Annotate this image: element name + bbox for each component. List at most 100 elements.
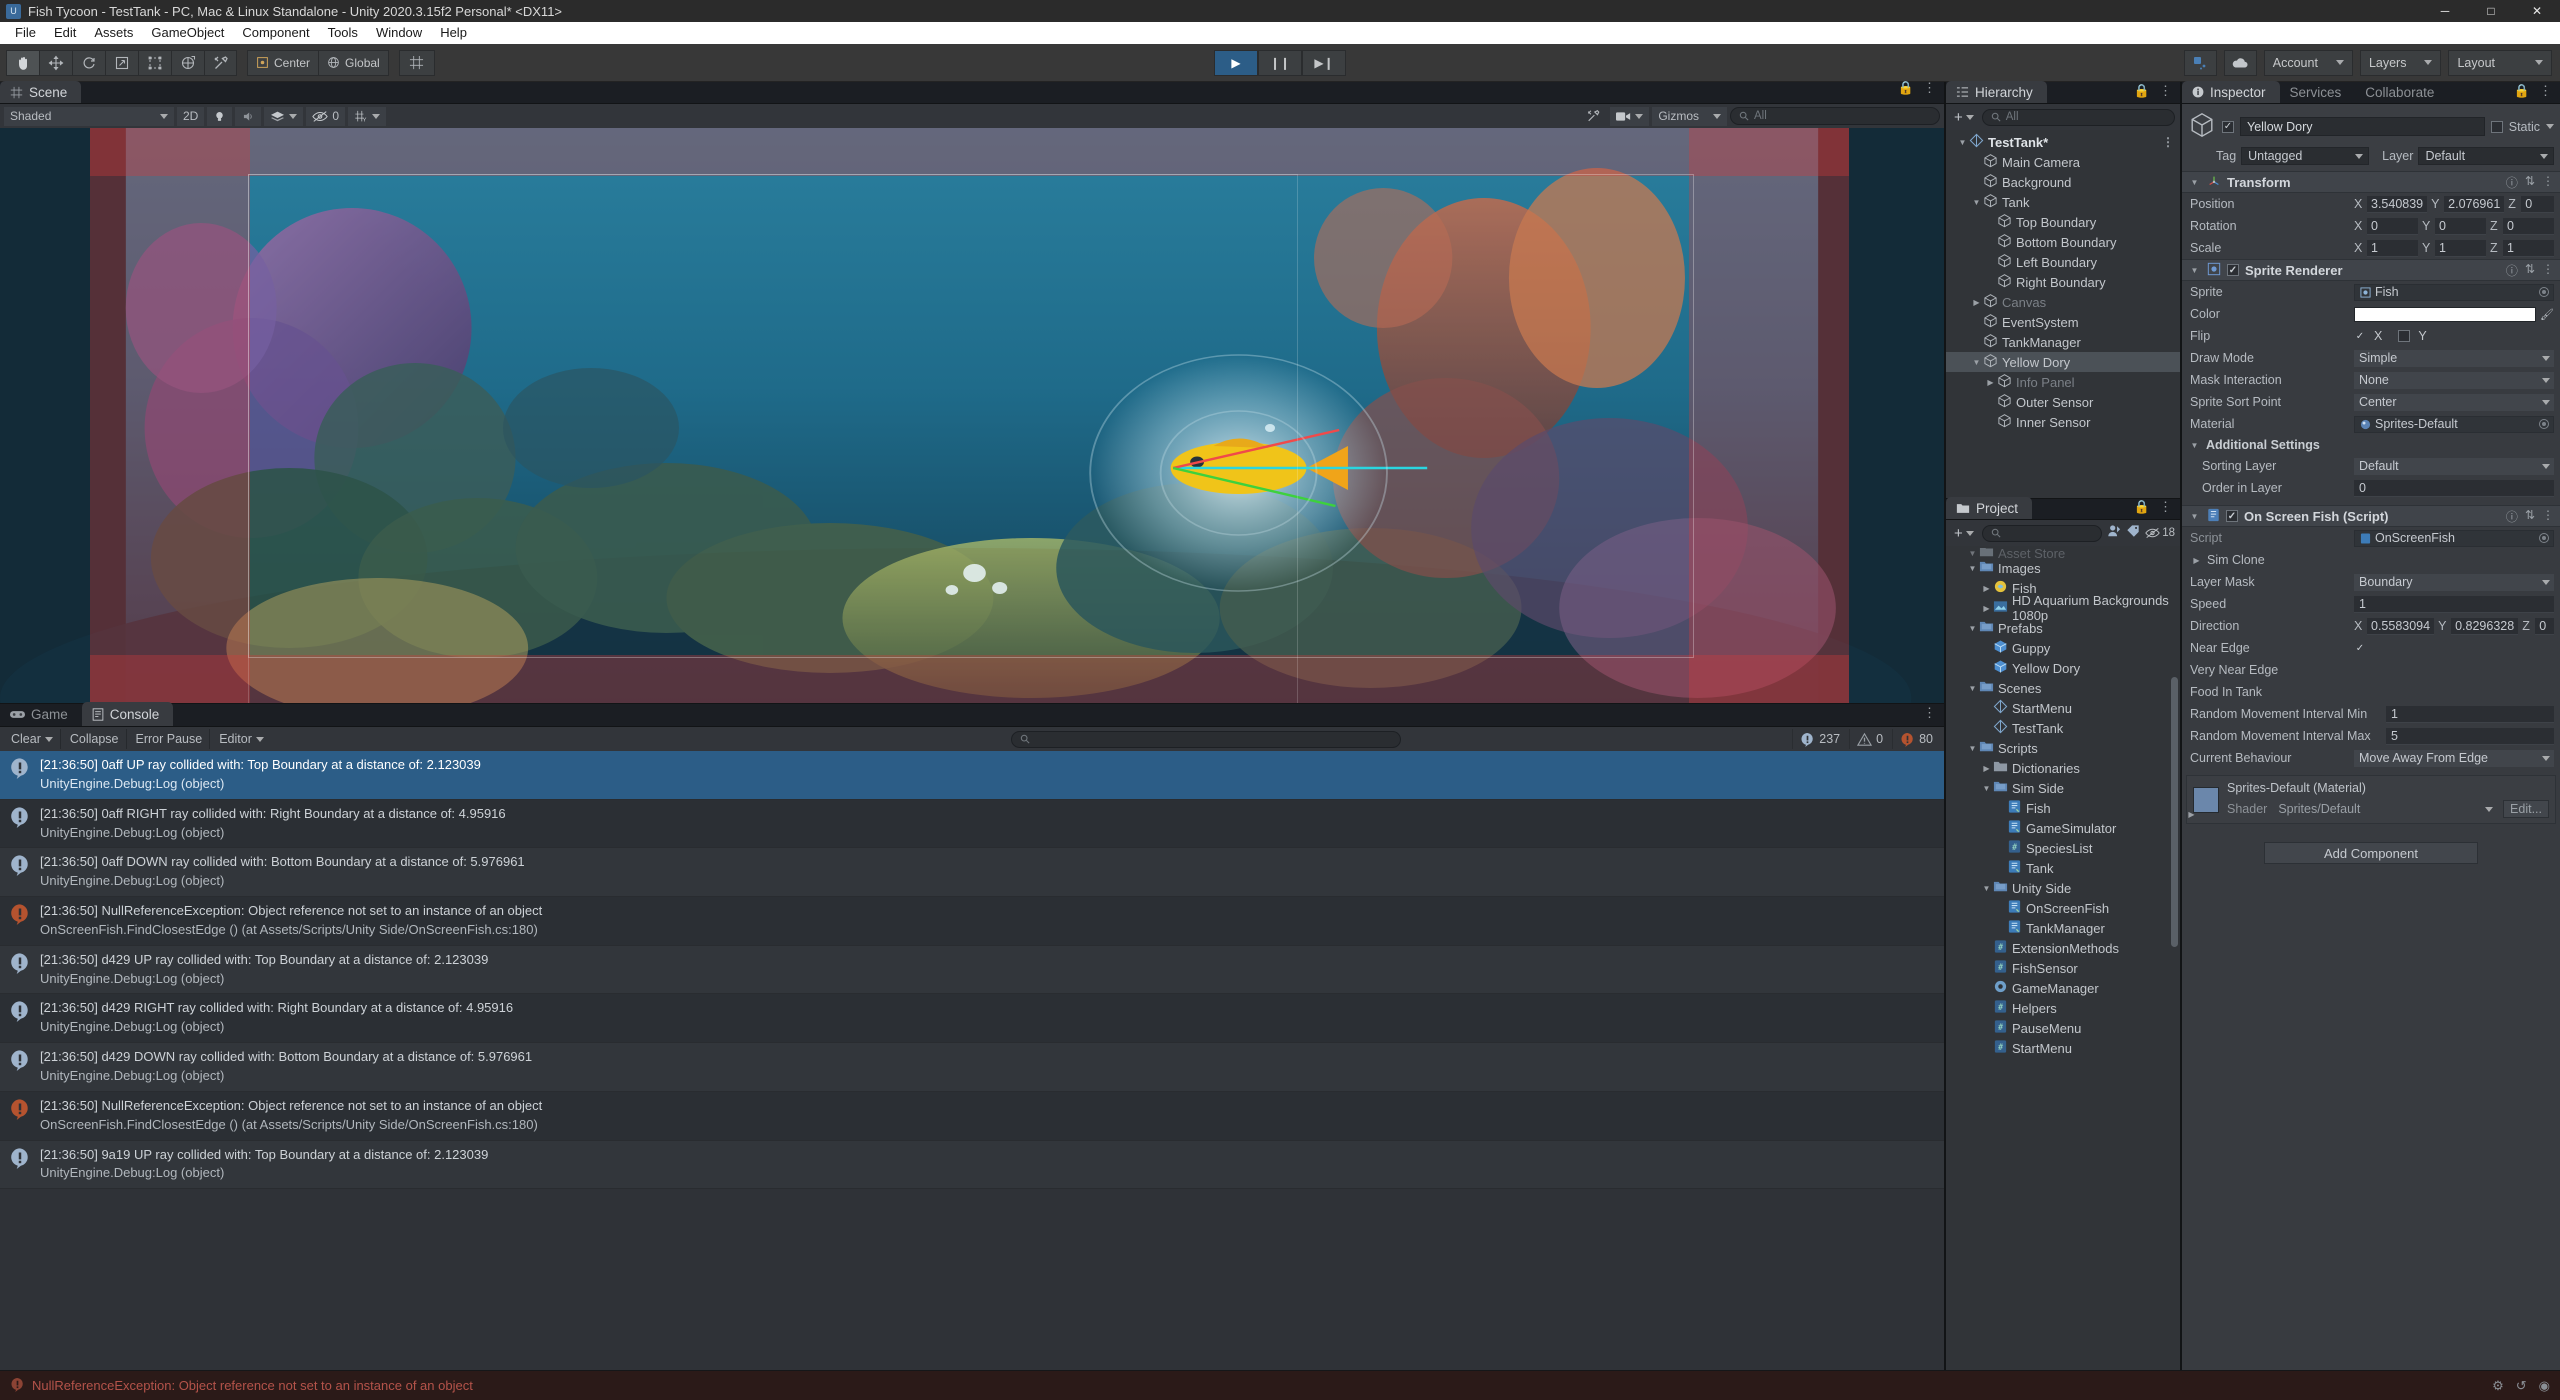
add-component-button[interactable]: Add Component [2264,842,2478,864]
project-filter-label-icon[interactable] [2126,524,2140,543]
hierarchy-item-bottom-boundary[interactable]: Bottom Boundary [1946,232,2180,252]
direction-x-input[interactable]: 0.5583094 [2367,617,2435,635]
near-edge-checkbox[interactable]: ✓ [2354,642,2366,654]
chevron-down-icon[interactable] [2546,124,2554,129]
console-log-list[interactable]: [21:36:50] 0aff UP ray collided with: To… [0,751,1944,1370]
object-picker-icon[interactable] [2539,287,2549,297]
kebab-menu-icon[interactable]: ⋮ [1923,705,1936,721]
project-item-gamesimulator[interactable]: GameSimulator [1946,818,2180,838]
kebab-menu-icon[interactable]: ⋮ [2542,174,2554,191]
material-object-field[interactable]: Sprites-Default [2354,415,2554,433]
scene-tab-tools[interactable]: 🔒 ⋮ [1898,80,1936,96]
tab-inspector[interactable]: Inspector [2182,81,2280,103]
project-search-input[interactable] [1981,524,2103,542]
project-item-guppy[interactable]: Guppy [1946,638,2180,658]
project-item-startmenu[interactable]: # StartMenu [1946,1038,2180,1058]
menu-gameobject[interactable]: GameObject [142,22,233,44]
preset-icon[interactable]: ⇅ [2525,508,2535,525]
preset-icon[interactable]: ⇅ [2525,262,2535,279]
hierarchy-item-inner-sensor[interactable]: Inner Sensor [1946,412,2180,432]
hierarchy-item-yellow-dory[interactable]: ▼ Yellow Dory [1946,352,2180,372]
random-movement-interval-max-input[interactable]: 5 [2386,727,2554,745]
console-editor-dropdown[interactable]: Editor [212,729,271,749]
shader-dropdown[interactable]: Sprites/Default [2273,800,2498,818]
order-in-layer-input[interactable]: 0 [2354,479,2554,497]
foldout-arrow-icon[interactable]: ▶ [1970,298,1983,307]
foldout-arrow-icon[interactable]: ▼ [1966,744,1979,753]
tab-services[interactable]: Services [2280,81,2356,103]
transform-position-x-input[interactable]: 3.540839 [2367,195,2428,213]
scene-visibility-toggle[interactable]: 0 [306,106,346,126]
hierarchy-item-main-camera[interactable]: Main Camera [1946,152,2180,172]
console-search-input[interactable] [1010,730,1401,748]
project-item-tank[interactable]: Tank [1946,858,2180,878]
hierarchy-tree[interactable]: ▼ TestTank* ⋮ Main Camera Background ▼ Tank Top… [1946,130,2180,498]
transform-scale-z-input[interactable]: 1 [2503,239,2554,257]
eyedropper-icon[interactable]: 🖌 [2540,308,2554,321]
foldout-arrow-icon[interactable]: ▶ [2185,810,2198,819]
project-item-scenes[interactable]: ▼ Scenes [1946,678,2180,698]
menu-tools[interactable]: Tools [319,22,367,44]
foldout-arrow-icon[interactable]: ▶ [2190,556,2203,565]
tab-hierarchy[interactable]: Hierarchy [1946,81,2047,103]
kebab-menu-icon[interactable]: ⋮ [2542,262,2554,279]
shader-edit-button[interactable]: Edit... [2503,800,2549,818]
sprite-renderer-enabled-checkbox[interactable]: ✓ [2227,264,2239,276]
transform-scale-x-input[interactable]: 1 [2367,239,2418,257]
hierarchy-item-testtank-[interactable]: ▼ TestTank* ⋮ [1946,132,2180,152]
very-near-edge-checkbox[interactable] [2354,664,2366,676]
kebab-menu-icon[interactable]: ⋮ [2159,83,2172,99]
object-name-input[interactable]: Yellow Dory [2240,117,2485,136]
project-item-extensionmethods[interactable]: # ExtensionMethods [1946,938,2180,958]
console-tab-tools[interactable]: ⋮ [1923,705,1936,721]
foldout-arrow-icon[interactable]: ▼ [1966,549,1979,558]
pivot-rotation-button[interactable]: Global [318,49,389,76]
sorting-layer-dropdown[interactable]: Default [2354,457,2554,475]
play-button[interactable]: ▶ [1214,49,1258,76]
kebab-menu-icon[interactable]: ⋮ [2159,499,2172,515]
transform-scale-y-input[interactable]: 1 [2435,239,2486,257]
color-swatch-field[interactable] [2354,306,2537,322]
collab-sync-icon[interactable] [2183,49,2217,76]
project-item-prefabs[interactable]: ▼ Prefabs [1946,618,2180,638]
console-log-row[interactable]: [21:36:50] 0aff DOWN ray collided with: … [0,848,1944,898]
shading-mode-dropdown[interactable]: Shaded [4,106,174,126]
object-picker-icon[interactable] [2539,419,2549,429]
transform-position-x-field[interactable]: X 3.540839 [2354,195,2428,213]
console-log-row[interactable]: [21:36:50] NullReferenceException: Objec… [0,897,1944,946]
foldout-arrow-icon[interactable]: ▶ [1980,764,1993,773]
console-collapse-toggle[interactable]: Collapse [63,729,127,749]
foldout-arrow-icon[interactable]: ▼ [2188,441,2201,450]
project-item-sim-side[interactable]: ▼ Sim Side [1946,778,2180,798]
transform-rotation-x-input[interactable]: 0 [2367,217,2418,235]
foldout-arrow-icon[interactable]: ▼ [1980,784,1993,793]
layers-dropdown[interactable]: Layers [2359,49,2442,76]
project-item-helpers[interactable]: # Helpers [1946,998,2180,1018]
on-screen-fish-component-header[interactable]: ▼ ✓ On Screen Fish (Script) ⓘ ⇅ ⋮ [2182,505,2560,527]
menu-component[interactable]: Component [233,22,318,44]
scene-camera-dropdown[interactable] [1610,106,1650,126]
kebab-menu-icon[interactable]: ⋮ [2542,508,2554,525]
object-picker-icon[interactable] [2539,533,2549,543]
rect-tool-icon[interactable] [138,49,171,76]
account-dropdown[interactable]: Account [2263,49,2353,76]
flip-y-checkbox[interactable] [2398,330,2411,342]
transform-tool-icon[interactable] [171,49,204,76]
custom-tool-icon[interactable] [204,49,237,76]
hierarchy-item-tankmanager[interactable]: TankManager [1946,332,2180,352]
transform-position-y-input[interactable]: 2.076961 [2444,195,2505,213]
scale-tool-icon[interactable] [105,49,138,76]
tab-console[interactable]: Console [81,702,174,726]
scene-fx-dropdown[interactable] [264,106,304,126]
foldout-arrow-icon[interactable]: ▼ [1966,564,1979,573]
foldout-arrow-icon[interactable]: ▼ [2188,178,2201,187]
tab-game[interactable]: Game [0,702,82,726]
console-clear-button[interactable]: Clear [4,729,61,749]
console-log-row[interactable]: [21:36:50] d429 RIGHT ray collided with:… [0,994,1944,1044]
tab-collaborate[interactable]: Collaborate [2355,81,2448,103]
pivot-mode-button[interactable]: Center [247,49,319,76]
transform-scale-y-field[interactable]: Y1 [2422,239,2486,257]
step-button[interactable]: ▶❙ [1302,49,1346,76]
project-item-fish[interactable]: Fish [1946,798,2180,818]
flip-x-checkbox[interactable]: ✓ [2354,330,2366,342]
